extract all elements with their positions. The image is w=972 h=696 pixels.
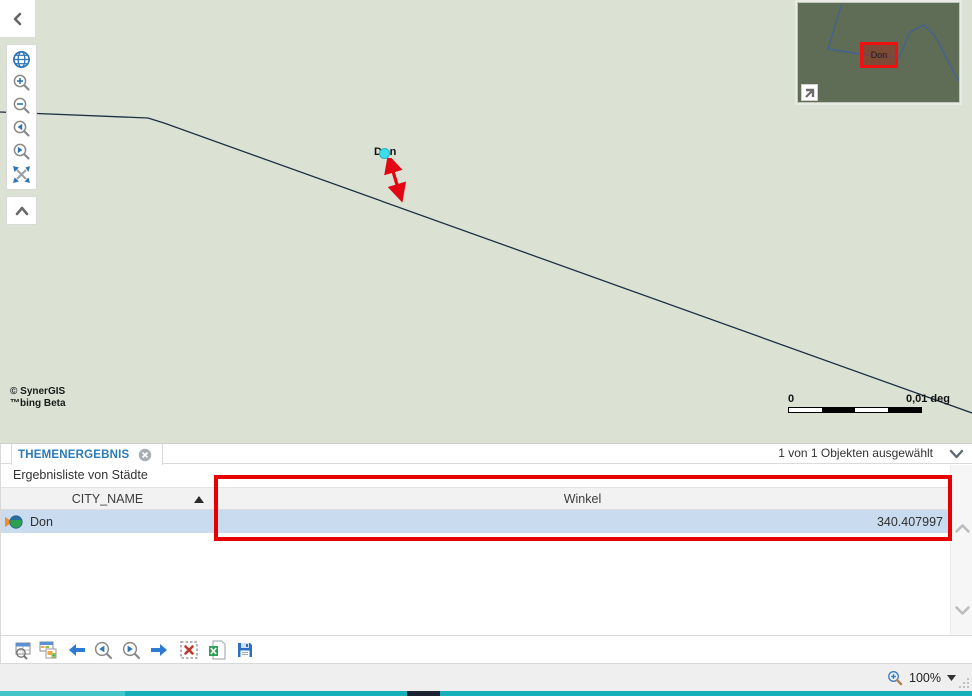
table-graphic-button[interactable]: [35, 638, 59, 662]
arrow-right-icon: [151, 644, 167, 656]
sort-ascending-icon: [194, 496, 204, 503]
table-scrollbar: [950, 465, 972, 635]
excel-export-button[interactable]: [205, 638, 229, 662]
table-magnifier-icon: [15, 642, 30, 660]
scroll-up-icon[interactable]: [954, 523, 971, 534]
collapse-sidebar-button[interactable]: [0, 0, 36, 38]
winkel-header-label: Winkel: [563, 491, 602, 506]
zoom-previous-record-button[interactable]: [91, 638, 115, 662]
full-world-button[interactable]: [7, 48, 36, 71]
magnifier-left-icon: [94, 641, 112, 659]
status-bar: 100%: [0, 663, 972, 691]
corner-arrow-icon: [805, 88, 815, 98]
zoom-out-button[interactable]: [7, 94, 36, 117]
zoom-level-control[interactable]: 100%: [887, 668, 956, 688]
results-table: CITY_NAME Winkel Don 340.407997: [1, 487, 950, 533]
magnifier-right-icon: [122, 641, 140, 659]
taskbar-light-segment: [0, 691, 125, 696]
results-tabbar: THEMENERGEBNIS 1 von 1 Objekten ausgewäh…: [1, 444, 972, 465]
scalebar-bar: [788, 407, 922, 413]
clear-selection-button[interactable]: [177, 638, 201, 662]
toolbar-collapse-container: [6, 196, 37, 225]
chevron-up-icon: [15, 206, 28, 215]
previous-extent-icon: [13, 120, 30, 137]
save-button[interactable]: [233, 638, 257, 662]
map-navigation-toolbar: [6, 44, 37, 190]
collapse-toolbar-button[interactable]: [7, 199, 36, 222]
tab-themenergebnis[interactable]: THEMENERGEBNIS: [11, 444, 164, 465]
selection-status: 1 von 1 Objekten ausgewählt: [778, 446, 933, 460]
zoom-next-record-button[interactable]: [119, 638, 143, 662]
zoom-in-icon: [13, 74, 30, 91]
result-list-subtitle: Ergebnisliste von Städte: [13, 468, 148, 482]
map-canvas[interactable]: Don: [0, 0, 972, 443]
column-header-winkel[interactable]: Winkel: [214, 488, 950, 509]
attribution-synergis: © SynerGIS: [10, 386, 66, 397]
chevron-left-icon: [13, 12, 21, 25]
status-zoom-icon: [888, 671, 903, 686]
zoom-in-button[interactable]: [7, 71, 36, 94]
full-extent-button[interactable]: [7, 163, 36, 186]
table-row[interactable]: Don 340.407997: [1, 510, 950, 533]
close-tab-icon[interactable]: [138, 448, 152, 462]
next-record-button[interactable]: [147, 638, 171, 662]
excel-export-icon: [209, 640, 226, 660]
results-panel: THEMENERGEBNIS 1 von 1 Objekten ausgewäh…: [0, 443, 972, 635]
city-name-header-label: CITY_NAME: [71, 491, 144, 506]
zoom-caret-icon: [947, 675, 956, 681]
overview-minimap[interactable]: Don: [797, 2, 960, 103]
minimap-feature-label: Don: [870, 50, 888, 60]
resize-grip[interactable]: [959, 678, 970, 689]
tab-label: THEMENERGEBNIS: [18, 448, 130, 461]
scalebar-end-label: 0,01 deg: [905, 393, 950, 405]
feature-result-icon: [5, 514, 23, 529]
table-toolbar: [0, 635, 972, 663]
zoom-out-icon: [13, 97, 30, 114]
gis-application: Don: [0, 0, 972, 696]
chevron-down-icon: [949, 449, 963, 459]
next-extent-icon: [13, 143, 30, 160]
cell-city-name: Don: [30, 514, 53, 529]
table-header-row: CITY_NAME Winkel: [1, 487, 950, 510]
minimap-extent-rectangle: Don: [860, 42, 898, 68]
angle-arrow-icon: [384, 158, 407, 203]
arrow-left-icon: [69, 644, 85, 656]
minimap-collapse-button[interactable]: [801, 84, 818, 101]
globe-icon: [13, 51, 30, 68]
zoom-level-value: 100%: [909, 671, 941, 685]
attribution-bing: ™bing Beta: [10, 398, 66, 409]
save-icon: [238, 643, 252, 657]
previous-extent-button[interactable]: [7, 117, 36, 140]
scalebar-start-label: 0: [788, 393, 795, 405]
cell-winkel: 340.407997: [876, 514, 943, 529]
scalebar: 0 0,01 deg: [788, 393, 950, 413]
next-extent-button[interactable]: [7, 140, 36, 163]
open-table-button[interactable]: [11, 638, 35, 662]
column-header-city-name[interactable]: CITY_NAME: [1, 488, 214, 509]
full-extent-icon: [13, 166, 30, 183]
clear-selection-icon: [180, 641, 198, 659]
map-attribution: © SynerGIS ™bing Beta: [10, 386, 66, 410]
previous-record-button[interactable]: [65, 638, 89, 662]
taskbar-dark-segment: [407, 691, 440, 696]
taskbar-edge: [0, 691, 972, 696]
table-with-image-icon: [39, 641, 56, 658]
scroll-down-icon[interactable]: [954, 605, 971, 616]
panel-collapse-button[interactable]: [945, 446, 967, 462]
